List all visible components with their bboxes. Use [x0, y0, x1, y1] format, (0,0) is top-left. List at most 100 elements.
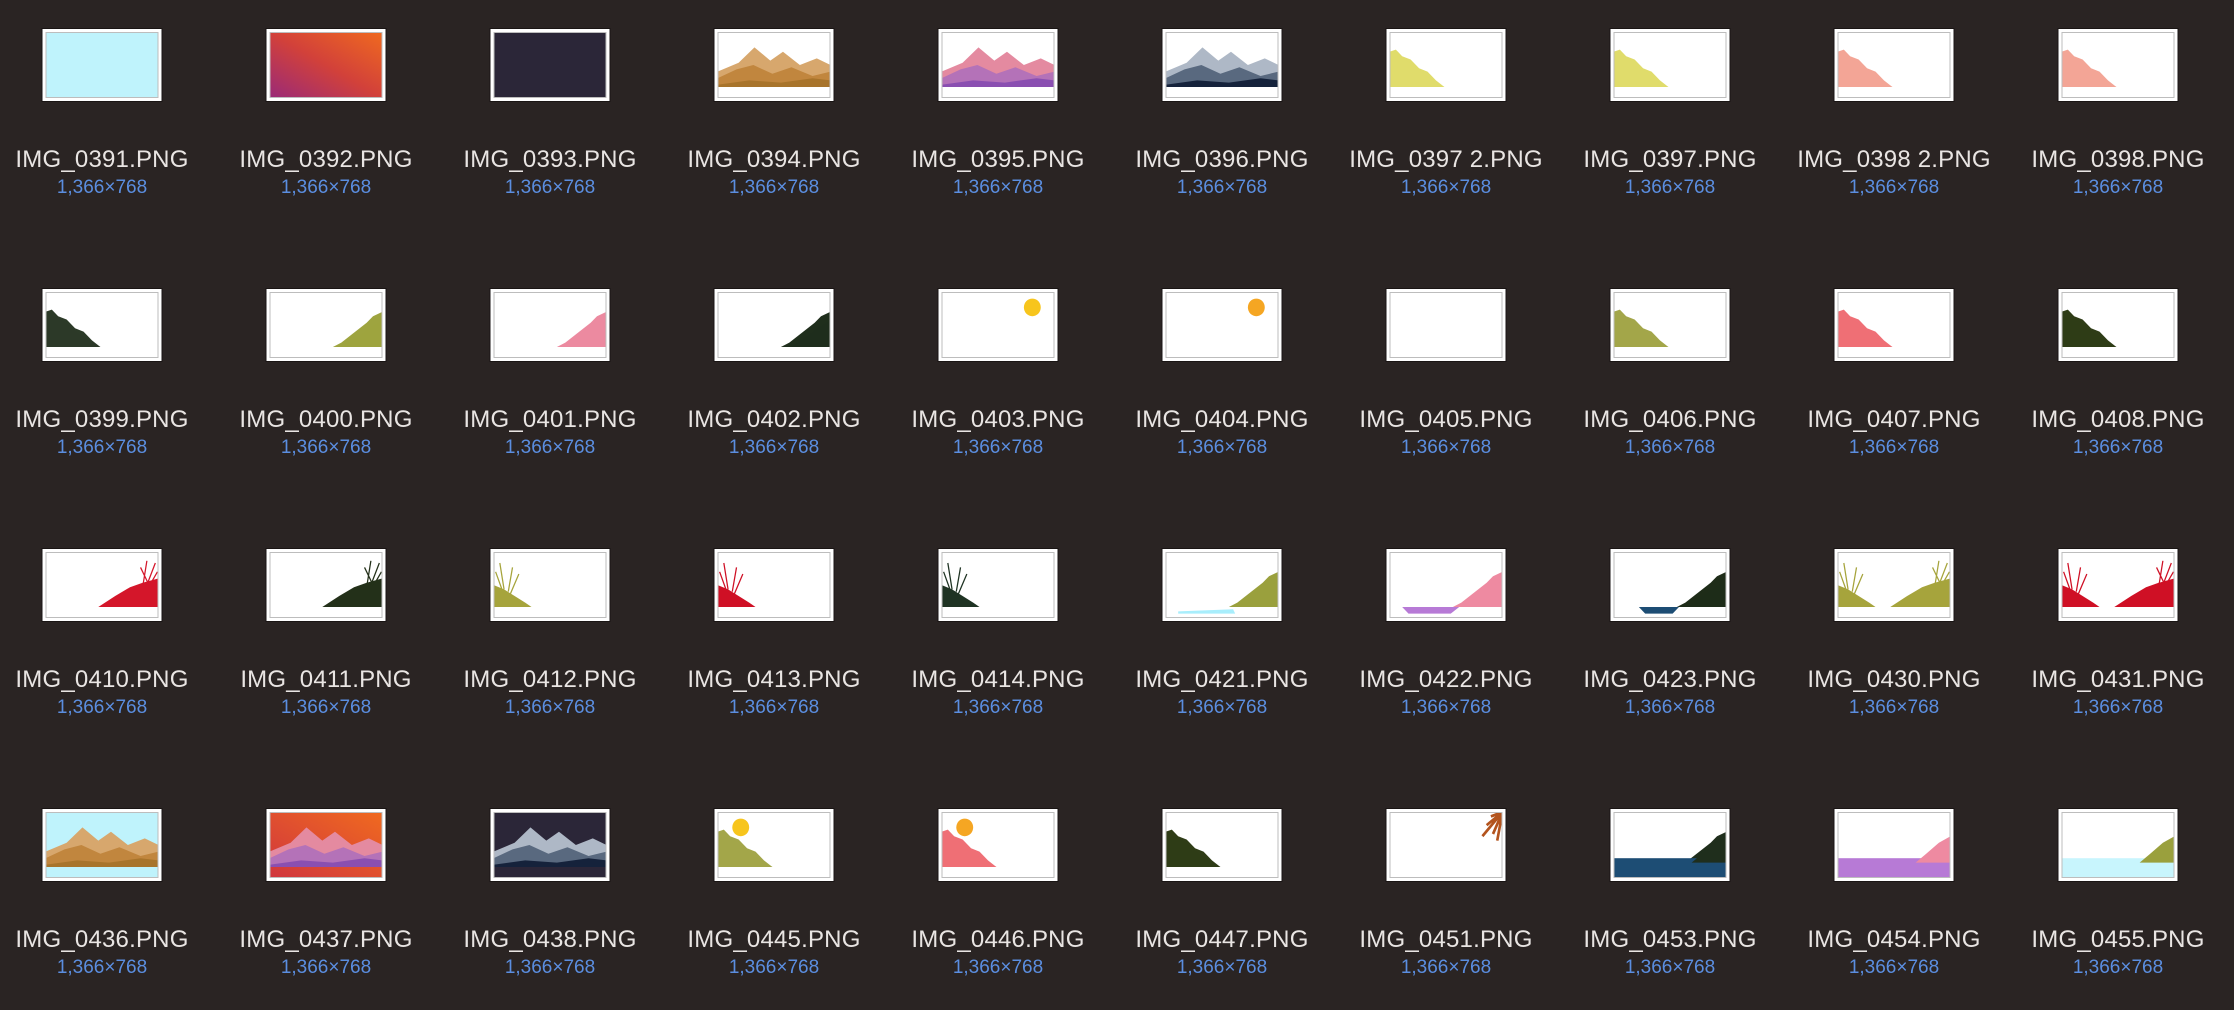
file-item[interactable]: IMG_0395.PNG 1,366×768 [890, 0, 1106, 200]
file-name[interactable]: IMG_0437.PNG [218, 926, 434, 954]
file-name[interactable]: IMG_0397.PNG [1562, 146, 1778, 174]
file-thumbnail[interactable] [938, 549, 1058, 621]
file-name[interactable]: IMG_0455.PNG [2010, 926, 2226, 954]
file-item[interactable]: IMG_0413.PNG 1,366×768 [666, 520, 882, 720]
file-item[interactable]: IMG_0447.PNG 1,366×768 [1114, 780, 1330, 980]
file-item[interactable]: IMG_0430.PNG 1,366×768 [1786, 520, 2002, 720]
file-thumbnail[interactable] [714, 289, 834, 361]
file-thumbnail[interactable] [938, 29, 1058, 101]
file-thumbnail[interactable] [42, 29, 162, 101]
file-thumbnail[interactable] [266, 549, 386, 621]
file-thumbnail[interactable] [1610, 289, 1730, 361]
file-name[interactable]: IMG_0404.PNG [1114, 406, 1330, 434]
file-name[interactable]: IMG_0413.PNG [666, 666, 882, 694]
file-thumbnail[interactable] [1162, 809, 1282, 881]
file-thumbnail[interactable] [490, 809, 610, 881]
file-thumbnail[interactable] [714, 809, 834, 881]
file-name[interactable]: IMG_0396.PNG [1114, 146, 1330, 174]
file-name[interactable]: IMG_0398.PNG [2010, 146, 2226, 174]
file-name[interactable]: IMG_0395.PNG [890, 146, 1106, 174]
file-name[interactable]: IMG_0394.PNG [666, 146, 882, 174]
file-item[interactable]: IMG_0437.PNG 1,366×768 [218, 780, 434, 980]
file-thumbnail[interactable] [1610, 29, 1730, 101]
file-item[interactable]: IMG_0414.PNG 1,366×768 [890, 520, 1106, 720]
file-item[interactable]: IMG_0396.PNG 1,366×768 [1114, 0, 1330, 200]
file-name[interactable]: IMG_0454.PNG [1786, 926, 2002, 954]
file-name[interactable]: IMG_0400.PNG [218, 406, 434, 434]
file-name[interactable]: IMG_0438.PNG [442, 926, 658, 954]
file-thumbnail[interactable] [1834, 549, 1954, 621]
file-thumbnail[interactable] [2058, 29, 2178, 101]
file-name[interactable]: IMG_0399.PNG [0, 406, 210, 434]
file-name[interactable]: IMG_0445.PNG [666, 926, 882, 954]
file-item[interactable]: IMG_0402.PNG 1,366×768 [666, 260, 882, 460]
file-thumbnail[interactable] [938, 809, 1058, 881]
file-thumbnail[interactable] [1834, 29, 1954, 101]
file-name[interactable]: IMG_0407.PNG [1786, 406, 2002, 434]
file-thumbnail[interactable] [1610, 549, 1730, 621]
file-item[interactable]: IMG_0403.PNG 1,366×768 [890, 260, 1106, 460]
file-thumbnail[interactable] [266, 809, 386, 881]
file-name[interactable]: IMG_0431.PNG [2010, 666, 2226, 694]
file-item[interactable]: IMG_0446.PNG 1,366×768 [890, 780, 1106, 980]
file-thumbnail[interactable] [1834, 289, 1954, 361]
file-item[interactable]: IMG_0431.PNG 1,366×768 [2010, 520, 2226, 720]
file-item[interactable]: IMG_0454.PNG 1,366×768 [1786, 780, 2002, 980]
file-name[interactable]: IMG_0436.PNG [0, 926, 210, 954]
file-name[interactable]: IMG_0451.PNG [1338, 926, 1554, 954]
file-item[interactable]: IMG_0423.PNG 1,366×768 [1562, 520, 1778, 720]
file-item[interactable]: IMG_0398.PNG 1,366×768 [2010, 0, 2226, 200]
file-item[interactable]: IMG_0408.PNG 1,366×768 [2010, 260, 2226, 460]
file-item[interactable]: IMG_0393.PNG 1,366×768 [442, 0, 658, 200]
file-thumbnail[interactable] [266, 29, 386, 101]
file-thumbnail[interactable] [1610, 809, 1730, 881]
file-name[interactable]: IMG_0421.PNG [1114, 666, 1330, 694]
file-item[interactable]: IMG_0422.PNG 1,366×768 [1338, 520, 1554, 720]
file-thumbnail[interactable] [714, 29, 834, 101]
file-thumbnail[interactable] [2058, 809, 2178, 881]
file-item[interactable]: IMG_0410.PNG 1,366×768 [0, 520, 210, 720]
file-item[interactable]: IMG_0399.PNG 1,366×768 [0, 260, 210, 460]
file-item[interactable]: IMG_0400.PNG 1,366×768 [218, 260, 434, 460]
file-thumbnail[interactable] [1386, 549, 1506, 621]
file-item[interactable]: IMG_0397 2.PNG 1,366×768 [1338, 0, 1554, 200]
file-name[interactable]: IMG_0414.PNG [890, 666, 1106, 694]
file-item[interactable]: IMG_0397.PNG 1,366×768 [1562, 0, 1778, 200]
file-name[interactable]: IMG_0391.PNG [0, 146, 210, 174]
file-item[interactable]: IMG_0391.PNG 1,366×768 [0, 0, 210, 200]
file-name[interactable]: IMG_0405.PNG [1338, 406, 1554, 434]
file-thumbnail[interactable] [938, 289, 1058, 361]
file-name[interactable]: IMG_0401.PNG [442, 406, 658, 434]
file-item[interactable]: IMG_0404.PNG 1,366×768 [1114, 260, 1330, 460]
file-thumbnail[interactable] [490, 289, 610, 361]
file-thumbnail[interactable] [714, 549, 834, 621]
file-name[interactable]: IMG_0412.PNG [442, 666, 658, 694]
file-item[interactable]: IMG_0453.PNG 1,366×768 [1562, 780, 1778, 980]
file-thumbnail[interactable] [2058, 549, 2178, 621]
file-thumbnail[interactable] [1162, 289, 1282, 361]
file-item[interactable]: IMG_0421.PNG 1,366×768 [1114, 520, 1330, 720]
file-item[interactable]: IMG_0412.PNG 1,366×768 [442, 520, 658, 720]
file-item[interactable]: IMG_0406.PNG 1,366×768 [1562, 260, 1778, 460]
file-name[interactable]: IMG_0446.PNG [890, 926, 1106, 954]
file-thumbnail[interactable] [42, 549, 162, 621]
file-thumbnail[interactable] [1386, 289, 1506, 361]
file-item[interactable]: IMG_0451.PNG 1,366×768 [1338, 780, 1554, 980]
file-thumbnail[interactable] [2058, 289, 2178, 361]
file-item[interactable]: IMG_0392.PNG 1,366×768 [218, 0, 434, 200]
file-name[interactable]: IMG_0402.PNG [666, 406, 882, 434]
file-thumbnail[interactable] [42, 289, 162, 361]
file-item[interactable]: IMG_0438.PNG 1,366×768 [442, 780, 658, 980]
file-name[interactable]: IMG_0423.PNG [1562, 666, 1778, 694]
file-item[interactable]: IMG_0405.PNG 1,366×768 [1338, 260, 1554, 460]
file-name[interactable]: IMG_0393.PNG [442, 146, 658, 174]
file-item[interactable]: IMG_0407.PNG 1,366×768 [1786, 260, 2002, 460]
file-name[interactable]: IMG_0392.PNG [218, 146, 434, 174]
file-item[interactable]: IMG_0401.PNG 1,366×768 [442, 260, 658, 460]
file-thumbnail[interactable] [490, 549, 610, 621]
file-name[interactable]: IMG_0411.PNG [218, 666, 434, 694]
file-item[interactable]: IMG_0398 2.PNG 1,366×768 [1786, 0, 2002, 200]
file-item[interactable]: IMG_0436.PNG 1,366×768 [0, 780, 210, 980]
file-name[interactable]: IMG_0422.PNG [1338, 666, 1554, 694]
file-item[interactable]: IMG_0394.PNG 1,366×768 [666, 0, 882, 200]
